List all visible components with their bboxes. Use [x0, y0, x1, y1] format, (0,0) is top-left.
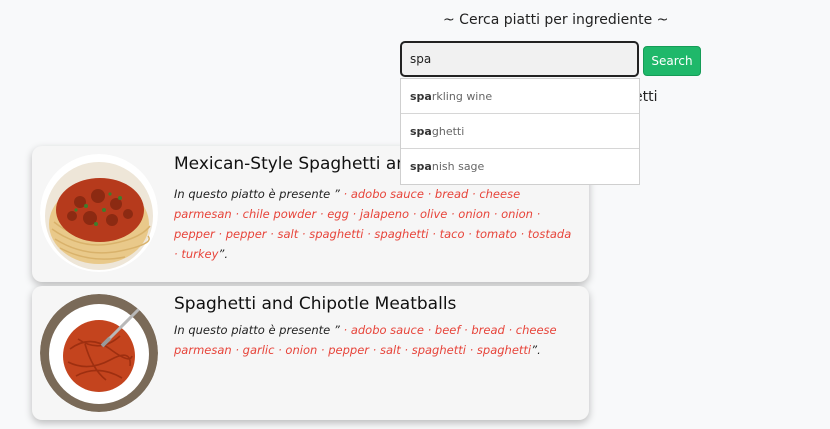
ingredient-tag: onion: [285, 343, 318, 357]
ingredient-tag: salt: [380, 343, 401, 357]
ingredient-separator: ·: [409, 207, 421, 221]
ingredient-separator: ·: [460, 323, 472, 337]
search-button[interactable]: Search: [643, 46, 701, 76]
dish-image: [40, 154, 158, 272]
ingredient-separator: ·: [231, 207, 243, 221]
autocomplete-dropdown: sparkling wine spaghetti spanish sage: [400, 78, 640, 185]
ingredient-separator: ·: [317, 343, 329, 357]
recipe-ingredients: In questo piatto è presente ” · adobo sa…: [174, 320, 574, 360]
ingredient-tag: beef: [434, 323, 461, 337]
ingredient-tag: turkey: [181, 247, 219, 261]
ingredients-prefix: In questo piatto è presente ”: [174, 187, 340, 201]
dish-image: [40, 294, 158, 412]
ingredient-separator: ·: [231, 343, 243, 357]
suggestion-rest: nish sage: [431, 160, 485, 173]
ingredient-separator: ·: [423, 187, 435, 201]
ingredient-tag: bread: [434, 187, 469, 201]
ingredient-tag: jalapeno: [359, 207, 410, 221]
ingredient-tag: chile powder: [242, 207, 317, 221]
ingredient-tag: olive: [420, 207, 448, 221]
ingredient-tag: adobo sauce: [350, 187, 424, 201]
ingredient-tag: bread: [471, 323, 505, 337]
ingredient-tag: pepper: [174, 227, 215, 241]
ingredient-separator: ·: [274, 343, 286, 357]
search-title: ~ Cerca piatti per ingrediente ~: [443, 12, 669, 28]
ingredient-separator: ·: [468, 187, 480, 201]
suggestion-item[interactable]: sparkling wine: [401, 79, 639, 114]
ingredient-separator: ·: [465, 343, 477, 357]
ingredient-tag: pepper: [328, 343, 370, 357]
suggestion-rest: rkling wine: [431, 90, 493, 103]
ingredient-separator: ·: [423, 323, 435, 337]
ingredients-suffix: ”.: [531, 343, 541, 357]
ingredient-tag: garlic: [242, 343, 275, 357]
ingredient-separator: ·: [339, 187, 351, 201]
ingredient-separator: ·: [348, 207, 360, 221]
ingredients-suffix: ”.: [218, 247, 229, 261]
ingredient-separator: ·: [363, 227, 375, 241]
ingredients-prefix: In questo piatto è presente ”: [174, 323, 340, 337]
ingredient-separator: ·: [532, 207, 541, 221]
suggestion-match: spa: [410, 90, 432, 103]
suggestion-match: spa: [410, 160, 432, 173]
ingredient-separator: ·: [400, 343, 412, 357]
ingredient-tag: adobo sauce: [350, 323, 424, 337]
ingredient-tag: onion: [501, 207, 533, 221]
ingredient-tag: salt: [277, 227, 299, 241]
suggestion-match: spa: [410, 125, 432, 138]
ingredient-separator: ·: [298, 227, 310, 241]
ingredient-separator: ·: [214, 227, 226, 241]
recipe-card[interactable]: Spaghetti and Chipotle Meatballs In ques…: [32, 286, 589, 420]
ingredient-separator: ·: [369, 343, 380, 357]
ingredient-separator: ·: [428, 227, 440, 241]
ingredient-tag: tostada: [527, 227, 572, 241]
ingredient-tag: tomato: [475, 227, 517, 241]
recipe-title[interactable]: Spaghetti and Chipotle Meatballs: [174, 294, 456, 314]
ingredient-separator: ·: [447, 207, 459, 221]
ingredient-separator: ·: [339, 323, 351, 337]
suggestion-rest: ghetti: [431, 125, 465, 138]
suggestion-item[interactable]: spanish sage: [401, 149, 639, 184]
ingredient-tag: spaghetti: [411, 343, 466, 357]
ingredient-separator: ·: [504, 323, 516, 337]
ingredient-tag: egg: [327, 207, 349, 221]
ingredient-search-input[interactable]: [400, 41, 639, 77]
ingredient-tag: taco: [439, 227, 465, 241]
ingredient-separator: ·: [490, 207, 502, 221]
ingredient-tag: onion: [458, 207, 491, 221]
ingredient-separator: ·: [316, 207, 328, 221]
suggestion-item[interactable]: spaghetti: [401, 114, 639, 149]
recipe-ingredients: In questo piatto è presente ” · adobo sa…: [174, 184, 574, 264]
ingredient-separator: ·: [516, 227, 528, 241]
ingredient-tag: pepper: [225, 227, 267, 241]
ingredient-tag: spaghetti: [476, 343, 532, 357]
ingredient-tag: spaghetti: [374, 227, 429, 241]
ingredient-separator: ·: [266, 227, 278, 241]
ingredient-tag: spaghetti: [309, 227, 364, 241]
ingredient-separator: ·: [464, 227, 476, 241]
